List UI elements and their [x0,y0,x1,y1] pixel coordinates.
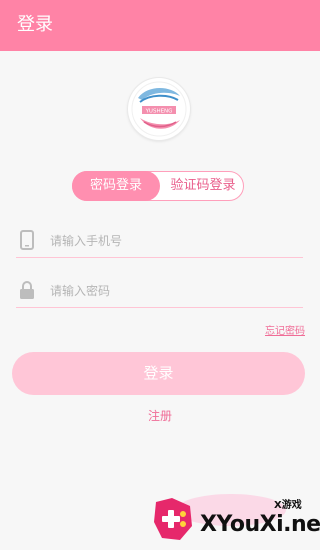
tab-code-login[interactable]: 验证码登录 [161,171,245,201]
page-title: 登录 [17,14,53,35]
logo-text: YUSHENG [145,109,173,115]
password-input[interactable] [50,279,300,303]
lock-icon [19,280,35,300]
login-method-tabs: 密码登录 验证码登录 [72,171,244,201]
app-logo: YUSHENG [128,78,190,140]
watermark-big-text: XYouXi.net [200,512,320,537]
password-field [16,275,303,308]
app-header: 登录 [0,0,320,51]
watermark-small-text: X游戏 [274,500,302,511]
phone-icon [19,230,35,250]
gamepad-logo-icon [150,494,196,550]
phone-field [16,225,303,258]
login-button[interactable]: 登录 [12,352,305,395]
forgot-password-link[interactable]: 忘记密码 [265,322,305,337]
watermark: X游戏 XYouXi.net [150,490,320,550]
tab-password-login[interactable]: 密码登录 [72,171,160,201]
register-link[interactable]: 注册 [0,407,320,424]
phone-input[interactable] [50,229,300,253]
